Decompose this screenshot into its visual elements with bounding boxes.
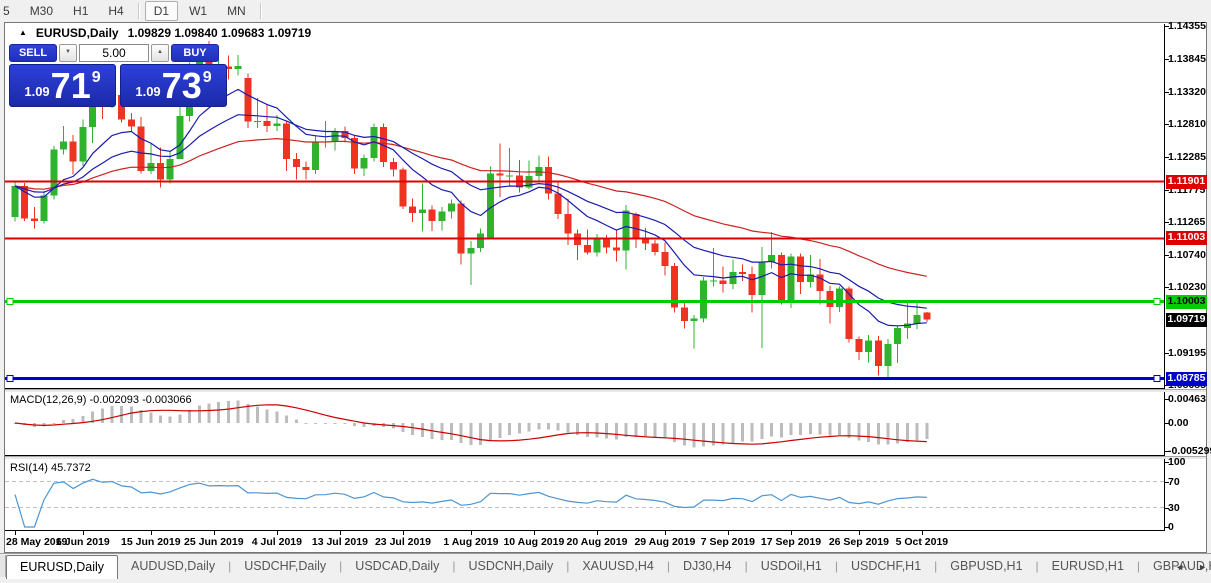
hline-price-tag: 1.10003 bbox=[1166, 295, 1207, 309]
price-tick-label: 1.10740 bbox=[1168, 249, 1208, 261]
date-tick-label: 5 Oct 2019 bbox=[888, 536, 956, 548]
price-tick-label: 1.12810 bbox=[1168, 118, 1208, 130]
buy-price-big-figure: 1.09 bbox=[135, 84, 160, 99]
chart-window: ▲ EURUSD,Daily 1.09829 1.09840 1.09683 1… bbox=[4, 22, 1207, 553]
hline-price-tag: 1.08785 bbox=[1166, 372, 1207, 386]
date-tick-label: 13 Jul 2019 bbox=[306, 536, 374, 548]
date-tick bbox=[83, 531, 84, 535]
date-tick bbox=[665, 531, 666, 535]
volume-down-button[interactable]: ▼ bbox=[59, 44, 77, 62]
rsi-label: RSI(14) 45.7372 bbox=[10, 462, 91, 474]
chart-symbol-label: EURUSD,Daily bbox=[36, 26, 119, 40]
chart-tab-bar: EURUSD,DailyAUDUSD,Daily|USDCHF,Daily|US… bbox=[0, 553, 1211, 583]
date-tick-label: 23 Jul 2019 bbox=[369, 536, 437, 548]
macd-axis-label: 0.00 bbox=[1168, 417, 1208, 429]
date-tick-label: 6 Jun 2019 bbox=[49, 536, 117, 548]
rsi-axis-label: 100 bbox=[1168, 456, 1208, 468]
sell-price-point: 9 bbox=[92, 69, 101, 87]
tab-usdchf-daily[interactable]: USDCHF,Daily bbox=[231, 554, 339, 578]
price-tick-label: 1.13845 bbox=[1168, 53, 1208, 65]
buy-button[interactable]: BUY bbox=[171, 44, 219, 62]
buy-price-box[interactable]: 1.09 73 9 bbox=[120, 64, 227, 107]
tab-usdoil-h1[interactable]: USDOil,H1 bbox=[748, 554, 835, 578]
sell-price-pips: 71 bbox=[51, 66, 91, 106]
volume-input[interactable]: 5.00 bbox=[79, 44, 149, 62]
tab-gbpusd-h1[interactable]: GBPUSD,H1 bbox=[937, 554, 1035, 578]
date-tick bbox=[277, 531, 278, 535]
sell-button[interactable]: SELL bbox=[9, 44, 57, 62]
date-tick bbox=[340, 531, 341, 535]
date-axis: 28 May 20196 Jun 201915 Jun 201925 Jun 2… bbox=[5, 531, 1206, 552]
macd-axis-label: -0.005299 bbox=[1168, 445, 1208, 457]
date-tick bbox=[214, 531, 215, 535]
price-tick-label: 1.10230 bbox=[1168, 281, 1208, 293]
tab-scroll-right-icon[interactable]: ► bbox=[1198, 562, 1207, 572]
date-tick-label: 4 Jul 2019 bbox=[243, 536, 311, 548]
volume-up-button[interactable]: ▲ bbox=[151, 44, 169, 62]
date-tick-label: 1 Aug 2019 bbox=[437, 536, 505, 548]
tab-eurusd-daily[interactable]: EURUSD,Daily bbox=[6, 555, 118, 579]
tab-usdcnh-daily[interactable]: USDCNH,Daily bbox=[455, 554, 566, 578]
macd-label: MACD(12,26,9) -0.002093 -0.003066 bbox=[10, 394, 192, 406]
price-tick-label: 1.12285 bbox=[1168, 151, 1208, 163]
toolbar-separator bbox=[260, 3, 262, 19]
date-tick bbox=[534, 531, 535, 535]
tab-dj30-h4[interactable]: DJ30,H4 bbox=[670, 554, 745, 578]
date-tick bbox=[403, 531, 404, 535]
tab-eurusd-h1[interactable]: EURUSD,H1 bbox=[1039, 554, 1137, 578]
current-price-tag: 1.09719 bbox=[1166, 313, 1207, 327]
date-tick bbox=[15, 531, 16, 535]
rsi-panel[interactable] bbox=[5, 459, 1165, 531]
date-tick-label: 29 Aug 2019 bbox=[631, 536, 699, 548]
chart-title: ▲ EURUSD,Daily 1.09829 1.09840 1.09683 1… bbox=[19, 26, 311, 40]
date-tick bbox=[471, 531, 472, 535]
timeframe-button-5[interactable]: 5 bbox=[0, 1, 19, 21]
date-tick bbox=[597, 531, 598, 535]
date-tick-label: 17 Sep 2019 bbox=[757, 536, 825, 548]
date-tick bbox=[728, 531, 729, 535]
date-tick-label: 25 Jun 2019 bbox=[180, 536, 248, 548]
timeframe-button-h4[interactable]: H4 bbox=[99, 1, 132, 21]
chart-ohlc-values: 1.09829 1.09840 1.09683 1.09719 bbox=[128, 26, 312, 40]
sell-price-big-figure: 1.09 bbox=[24, 84, 49, 99]
hline-price-tag: 1.11003 bbox=[1166, 231, 1207, 245]
date-tick bbox=[151, 531, 152, 535]
buy-price-point: 9 bbox=[203, 69, 212, 87]
price-tick-label: 1.11265 bbox=[1168, 216, 1208, 228]
tab-usdcad-daily[interactable]: USDCAD,Daily bbox=[342, 554, 452, 578]
date-tick bbox=[791, 531, 792, 535]
date-tick-label: 20 Aug 2019 bbox=[563, 536, 631, 548]
price-tick-label: 1.14355 bbox=[1168, 20, 1208, 32]
tab-usdchf-h1[interactable]: USDCHF,H1 bbox=[838, 554, 934, 578]
timeframe-button-w1[interactable]: W1 bbox=[180, 1, 216, 21]
rsi-axis-label: 70 bbox=[1168, 476, 1208, 488]
buy-price-pips: 73 bbox=[162, 66, 202, 106]
toolbar-separator bbox=[138, 3, 140, 19]
timeframe-toolbar: 5M30H1H4 D1W1MN bbox=[0, 0, 1211, 21]
tab-scroll-left-icon[interactable]: ◄ bbox=[1175, 562, 1184, 572]
date-tick bbox=[922, 531, 923, 535]
collapse-panel-icon[interactable]: ▲ bbox=[19, 29, 27, 37]
tab-audusd-daily[interactable]: AUDUSD,Daily bbox=[118, 554, 228, 578]
date-tick-label: 15 Jun 2019 bbox=[117, 536, 185, 548]
timeframe-button-d1[interactable]: D1 bbox=[145, 1, 178, 21]
macd-axis-label: 0.00463 bbox=[1168, 393, 1208, 405]
hline-price-tag: 1.11901 bbox=[1166, 175, 1207, 189]
price-tick-label: 1.13320 bbox=[1168, 86, 1208, 98]
one-click-trade-panel: SELL ▼ 5.00 ▲ BUY 1.09 71 9 1.09 73 9 bbox=[9, 44, 231, 107]
date-tick-label: 7 Sep 2019 bbox=[694, 536, 762, 548]
date-tick-label: 10 Aug 2019 bbox=[500, 536, 568, 548]
price-tick-label: 1.09195 bbox=[1168, 347, 1208, 359]
timeframe-button-h1[interactable]: H1 bbox=[64, 1, 97, 21]
date-tick bbox=[859, 531, 860, 535]
date-tick-label: 26 Sep 2019 bbox=[825, 536, 893, 548]
sell-price-box[interactable]: 1.09 71 9 bbox=[9, 64, 116, 107]
tab-xauusd-h4[interactable]: XAUUSD,H4 bbox=[569, 554, 667, 578]
timeframe-button-mn[interactable]: MN bbox=[218, 1, 255, 21]
rsi-axis-label: 30 bbox=[1168, 502, 1208, 514]
timeframe-button-m30[interactable]: M30 bbox=[21, 1, 62, 21]
